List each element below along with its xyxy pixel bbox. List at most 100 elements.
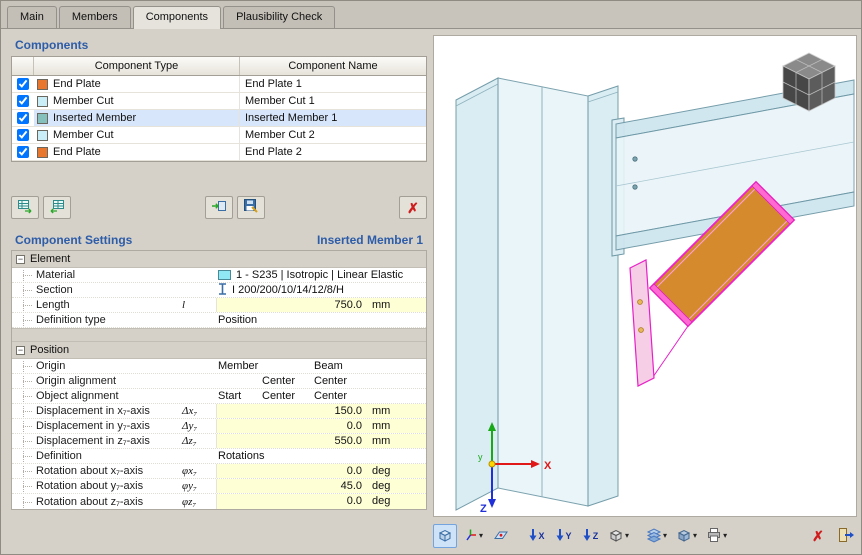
table-row[interactable]: Member Cut Member Cut 2: [12, 127, 426, 144]
definition-type-value[interactable]: Position: [216, 314, 366, 326]
component-checkbox[interactable]: [17, 146, 29, 158]
view-direction-icon: [582, 527, 592, 545]
definition-value[interactable]: Rotations: [216, 450, 366, 462]
material-value[interactable]: 1 - S235 | Isotropic | Linear Elastic: [216, 269, 426, 281]
rotation-z-unit[interactable]: deg: [366, 494, 426, 509]
section-position-label: Position: [30, 344, 70, 356]
x-axis-label: X: [544, 460, 552, 472]
i-beam-icon: [218, 282, 227, 298]
component-type-header: Component Type: [34, 57, 240, 75]
displacement-y-unit[interactable]: mm: [366, 419, 426, 433]
prop-label: Rotation about x₇-axis: [12, 465, 182, 477]
remove-component-button[interactable]: [43, 196, 71, 219]
layers-icon: [646, 527, 662, 546]
select-mode-button[interactable]: [433, 524, 457, 548]
prop-label: Rotation about y₇-axis: [12, 480, 182, 492]
origin-col1[interactable]: Member: [216, 360, 260, 372]
column-member[interactable]: [455, 77, 619, 511]
component-name-cell: End Plate 1: [240, 76, 426, 92]
object-alignment-col2[interactable]: Center: [260, 390, 312, 402]
save-component-button[interactable]: [237, 196, 265, 219]
table-row[interactable]: End Plate End Plate 1: [12, 76, 426, 93]
tab-main[interactable]: Main: [7, 6, 57, 28]
view-y-button[interactable]: Y: [551, 524, 575, 548]
add-component-button[interactable]: [11, 196, 39, 219]
import-component-button[interactable]: [205, 196, 233, 219]
component-name-label: End Plate 2: [245, 146, 302, 158]
row-checkbox-cell: [12, 93, 34, 109]
collapse-icon[interactable]: −: [16, 345, 25, 355]
tab-components[interactable]: Components: [132, 6, 222, 29]
dropdown-icon: ▾: [693, 531, 698, 540]
object-alignment-col1[interactable]: Start: [216, 390, 260, 402]
component-name-label: Member Cut 2: [245, 129, 315, 141]
bolt-hole: [632, 184, 638, 190]
table-row-selected[interactable]: Inserted Member Inserted Member 1: [12, 110, 426, 127]
prop-row-section: Section I 200/200/10/14/12/8/H: [12, 282, 426, 298]
print-button[interactable]: ▾: [703, 524, 730, 548]
view-x-label: X: [538, 531, 545, 541]
length-unit[interactable]: mm: [366, 298, 426, 312]
y-axis-label: y: [478, 452, 483, 462]
collapse-icon[interactable]: −: [16, 254, 25, 264]
component-type-label: End Plate: [53, 78, 101, 90]
tab-members[interactable]: Members: [58, 6, 131, 28]
rotation-z-input[interactable]: 0.0: [216, 494, 366, 509]
displacement-x-input[interactable]: 150.0: [216, 404, 366, 418]
model-display-button[interactable]: ▾: [673, 524, 700, 548]
rotation-x-input[interactable]: 0.0: [216, 464, 366, 478]
settings-title: Component Settings: [15, 233, 133, 247]
prop-label: Object alignment: [12, 390, 182, 402]
origin-col3[interactable]: Beam: [312, 360, 366, 372]
isometric-view-button[interactable]: ▾: [605, 524, 632, 548]
tab-plausibility-check[interactable]: Plausibility Check: [223, 6, 336, 28]
rotation-y-unit[interactable]: deg: [366, 479, 426, 493]
navigation-cube[interactable]: [782, 52, 836, 112]
save-icon: [243, 198, 259, 217]
viewport-scene[interactable]: X y Z: [434, 36, 856, 516]
close-panel-button[interactable]: [833, 524, 857, 548]
delete-components-button[interactable]: ✗: [399, 196, 427, 219]
z-axis-label: Z: [480, 503, 487, 515]
section-gap: [12, 328, 426, 342]
component-checkbox[interactable]: [17, 112, 29, 124]
section-element[interactable]: − Element: [12, 251, 426, 268]
origin-alignment-col3[interactable]: Center: [312, 375, 366, 387]
component-checkbox[interactable]: [17, 129, 29, 141]
component-type-cell: End Plate: [34, 76, 240, 92]
rotation-x-unit[interactable]: deg: [366, 464, 426, 478]
table-row[interactable]: End Plate End Plate 2: [12, 144, 426, 161]
view-x-button[interactable]: X: [524, 524, 548, 548]
work-plane-button[interactable]: [489, 524, 513, 548]
table-row[interactable]: Member Cut Member Cut 1: [12, 93, 426, 110]
object-alignment-col3[interactable]: Center: [312, 390, 366, 402]
coordinate-system-button[interactable]: ▾: [460, 524, 486, 548]
prop-row-rotation-x: Rotation about x₇-axis φx₇ 0.0 deg: [12, 464, 426, 479]
section-value[interactable]: I 200/200/10/14/12/8/H: [216, 282, 426, 298]
section-position[interactable]: − Position: [12, 342, 426, 359]
view-y-label: Y: [565, 531, 572, 541]
prop-symbol: Δy₇: [182, 420, 198, 432]
displacement-z-unit[interactable]: mm: [366, 434, 426, 448]
displacement-y-input[interactable]: 0.0: [216, 419, 366, 433]
display-properties-button[interactable]: ▾: [643, 524, 670, 548]
prop-row-displacement-y: Displacement in y₇-axis Δy₇ 0.0 mm: [12, 419, 426, 434]
displacement-x-unit[interactable]: mm: [366, 404, 426, 418]
prop-label: Origin alignment: [12, 375, 182, 387]
connection-plate[interactable]: [629, 259, 655, 387]
component-checkbox[interactable]: [17, 78, 29, 90]
length-value-input[interactable]: 750.0: [216, 298, 366, 312]
settings-subtitle: Inserted Member 1: [316, 233, 423, 247]
coordinate-axes-icon: [463, 527, 478, 545]
rotation-y-input[interactable]: 45.0: [216, 479, 366, 493]
component-checkbox[interactable]: [17, 95, 29, 107]
printer-icon: [706, 527, 722, 546]
stop-render-button[interactable]: ✗: [806, 524, 830, 548]
prop-label: Length: [12, 299, 182, 311]
origin-alignment-col2[interactable]: Center: [260, 375, 312, 387]
displacement-z-input[interactable]: 550.0: [216, 434, 366, 448]
view-z-button[interactable]: Z: [578, 524, 602, 548]
viewport-3d[interactable]: X y Z: [433, 35, 857, 517]
solid-cube-icon: [676, 527, 692, 546]
prop-row-object-alignment: Object alignment Start Center Center: [12, 389, 426, 404]
